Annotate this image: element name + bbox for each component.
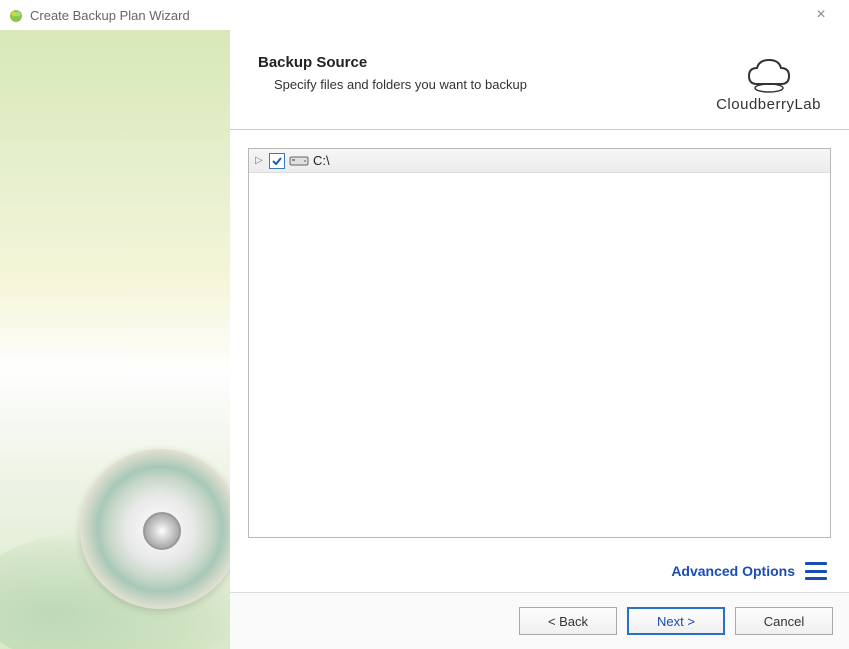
next-button[interactable]: Next > [627,607,725,635]
cancel-button[interactable]: Cancel [735,607,833,635]
brand-name: CloudberryLab [716,96,821,113]
wizard-header: Backup Source Specify files and folders … [230,30,849,130]
advanced-options-link[interactable]: Advanced Options [671,563,795,579]
titlebar: Create Backup Plan Wizard × [0,0,849,30]
brand: CloudberryLab [716,54,821,113]
page-title: Backup Source [258,54,716,71]
close-icon[interactable]: × [801,6,841,24]
menu-icon[interactable] [805,562,827,580]
cloud-logo-icon [741,54,797,94]
wizard-footer: < Back Next > Cancel [230,592,849,649]
tree-root-row[interactable]: ▷ C:\ [249,149,830,173]
drive-icon [289,154,309,168]
file-tree[interactable]: ▷ C:\ [248,148,831,538]
back-button[interactable]: < Back [519,607,617,635]
window-title: Create Backup Plan Wizard [30,8,190,23]
expand-icon[interactable]: ▷ [255,155,265,166]
decorative-disc [80,449,230,609]
wizard-sidebar [0,30,230,649]
page-subtitle: Specify files and folders you want to ba… [258,77,716,92]
checkbox-c-drive[interactable] [269,153,285,169]
tree-node-label: C:\ [313,153,330,168]
app-icon [8,7,24,23]
